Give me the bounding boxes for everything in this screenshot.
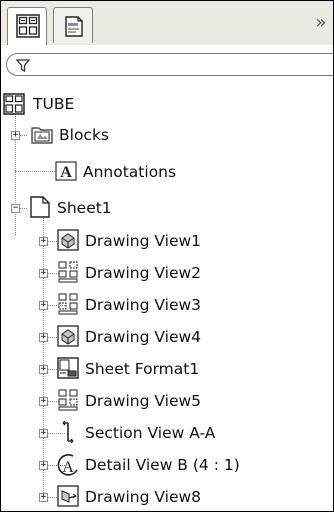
expand-toggle[interactable]: + — [39, 365, 48, 374]
tab-feature-manager[interactable] — [7, 7, 47, 45]
drawing-icon — [3, 93, 25, 115]
expand-toggle[interactable]: + — [11, 131, 20, 140]
tree-item-sheet-format1[interactable]: + Sheet Format1 — [1, 353, 333, 385]
expand-toggle[interactable]: + — [39, 493, 48, 502]
svg-text:A: A — [60, 164, 72, 181]
isometric-view-icon — [57, 229, 79, 251]
tree-filter-input[interactable] — [6, 53, 333, 76]
panel-tab-bar: » — [1, 1, 333, 45]
expand-toggle[interactable]: + — [39, 301, 48, 310]
standard-view-icon — [58, 261, 78, 283]
sheet-icon — [30, 196, 50, 218]
property-manager-icon — [65, 16, 83, 37]
tree-item-label: Blocks — [59, 126, 109, 144]
tree-item-detail-view[interactable]: + A Detail View B (4 : 1) — [1, 449, 333, 481]
feature-tree: TUBE + Blocks A Annotations − Sheet1 + D… — [1, 87, 333, 511]
tree-item-drawing-view8[interactable]: + Drawing View8 — [1, 481, 333, 511]
tree-item-blocks[interactable]: + Blocks — [1, 119, 333, 151]
tab-property-manager[interactable] — [53, 7, 93, 43]
tree-item-label: Annotations — [83, 163, 177, 181]
standard-view-icon — [58, 389, 78, 411]
expand-toggle[interactable]: + — [39, 237, 48, 246]
tree-root[interactable]: TUBE — [1, 87, 333, 119]
tree-item-label: Section View A-A — [85, 424, 216, 442]
section-view-icon — [62, 421, 74, 443]
expand-toggle[interactable]: + — [39, 269, 48, 278]
blocks-folder-icon — [31, 127, 53, 144]
tree-item-drawing-view5[interactable]: + Drawing View5 — [1, 385, 333, 417]
feature-manager-panel: » TUBE + Blocks A Annotations − Sheet1 +… — [0, 0, 334, 512]
tree-item-annotations[interactable]: A Annotations — [1, 156, 333, 188]
tree-item-sheet1[interactable]: − Sheet1 — [1, 192, 333, 224]
filter-icon — [15, 59, 31, 73]
annotation-icon: A — [55, 161, 77, 181]
detail-view-icon: A — [57, 454, 78, 476]
tree-item-drawing-view4[interactable]: + Drawing View4 — [1, 321, 333, 353]
expand-toggle[interactable]: + — [39, 461, 48, 470]
expand-toggle[interactable]: + — [39, 429, 48, 438]
tree-item-section-view[interactable]: + Section View A-A — [1, 417, 333, 449]
tree-item-label: Sheet Format1 — [85, 360, 200, 378]
tree-root-label: TUBE — [33, 95, 75, 113]
collapse-toggle[interactable]: − — [11, 204, 20, 213]
tree-item-drawing-view1[interactable]: + Drawing View1 — [1, 225, 333, 257]
isometric-view-icon — [57, 325, 79, 347]
tree-item-label: Detail View B (4 : 1) — [85, 456, 240, 474]
tree-item-label: Drawing View4 — [85, 328, 202, 346]
tree-item-drawing-view3[interactable]: + Drawing View3 — [1, 289, 333, 321]
expand-toggle[interactable]: + — [39, 333, 48, 342]
tree-item-label: Drawing View5 — [85, 392, 202, 410]
tree-item-drawing-view2[interactable]: + Drawing View2 — [1, 257, 333, 289]
tree-item-label: Drawing View1 — [85, 232, 202, 250]
sheet-format-icon — [57, 357, 79, 379]
tree-item-label: Drawing View8 — [85, 488, 202, 506]
tree-item-label: Drawing View2 — [85, 264, 202, 282]
svg-text:A: A — [62, 459, 74, 476]
tree-item-label: Sheet1 — [57, 199, 112, 217]
expand-toggle[interactable]: + — [39, 397, 48, 406]
tree-item-label: Drawing View3 — [85, 296, 202, 314]
more-tabs-button[interactable]: » — [311, 13, 331, 33]
feature-manager-icon — [16, 14, 40, 38]
standard-view-icon — [58, 293, 78, 315]
auxiliary-view-icon — [57, 485, 79, 507]
